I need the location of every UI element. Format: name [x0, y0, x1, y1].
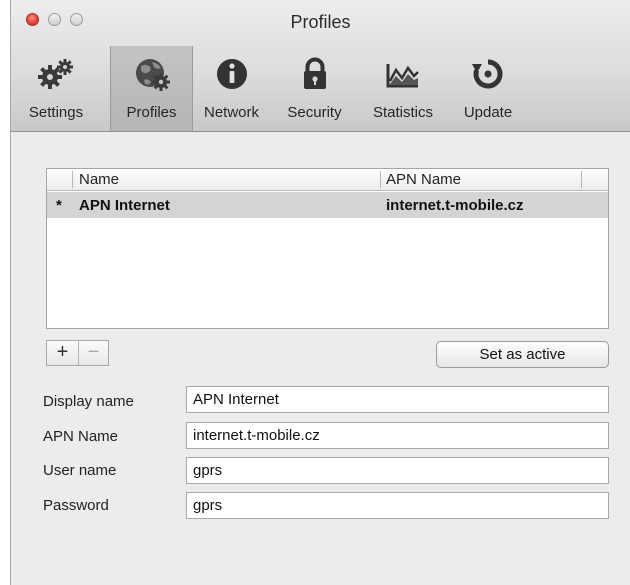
table-header: Name APN Name: [47, 169, 608, 191]
display-name-label: Display name: [43, 393, 134, 410]
chart-icon: [386, 64, 419, 88]
column-header-name[interactable]: Name: [79, 171, 119, 188]
active-profile-marker: *: [56, 197, 62, 214]
toolbar-security-label: Security: [287, 104, 342, 121]
password-field[interactable]: gprs: [186, 492, 609, 519]
set-as-active-button[interactable]: Set as active: [436, 341, 609, 368]
title-bar: Profiles Settings Profiles Network Secur…: [11, 0, 630, 132]
refresh-icon: [472, 59, 503, 89]
user-name-label: User name: [43, 462, 117, 479]
table-row[interactable]: * APN Internet internet.t-mobile.cz: [47, 192, 608, 218]
gears-icon: [38, 59, 73, 89]
preferences-window: Profiles Settings Profiles Network Secur…: [10, 0, 630, 585]
toolbar-statistics[interactable]: Statistics: [359, 46, 447, 131]
window-title: Profiles: [290, 12, 351, 32]
add-remove-control: + −: [46, 340, 109, 366]
info-icon: [216, 59, 247, 89]
toolbar-statistics-label: Statistics: [372, 104, 433, 121]
toolbar-network[interactable]: Network: [193, 46, 270, 131]
column-header-apn-name[interactable]: APN Name: [386, 171, 461, 188]
toolbar-network-label: Network: [203, 104, 259, 121]
toolbar-update-label: Update: [463, 104, 513, 121]
toolbar-security[interactable]: Security: [270, 46, 359, 131]
row-name-cell: APN Internet: [79, 197, 170, 214]
toolbar-settings[interactable]: Settings: [11, 46, 101, 131]
apn-name-label: APN Name: [43, 428, 119, 445]
toolbar-profiles-label: Profiles: [126, 104, 177, 121]
toolbar-profiles[interactable]: Profiles: [110, 46, 193, 131]
globe-gear-icon: [135, 59, 170, 91]
column-divider[interactable]: [72, 171, 73, 188]
column-divider[interactable]: [380, 171, 381, 188]
add-profile-button[interactable]: +: [47, 341, 78, 365]
display-name-field[interactable]: APN Internet: [186, 386, 609, 413]
profiles-table[interactable]: Name APN Name * APN Internet internet.t-…: [46, 168, 609, 329]
toolbar-settings-label: Settings: [28, 104, 84, 121]
remove-profile-button[interactable]: −: [79, 341, 108, 365]
lock-icon: [303, 57, 326, 89]
column-divider[interactable]: [581, 171, 582, 188]
toolbar-update[interactable]: Update: [447, 46, 529, 131]
apn-name-field[interactable]: internet.t-mobile.cz: [186, 422, 609, 449]
user-name-field[interactable]: gprs: [186, 457, 609, 484]
password-label: Password: [43, 497, 109, 514]
row-apn-cell: internet.t-mobile.cz: [386, 197, 524, 214]
